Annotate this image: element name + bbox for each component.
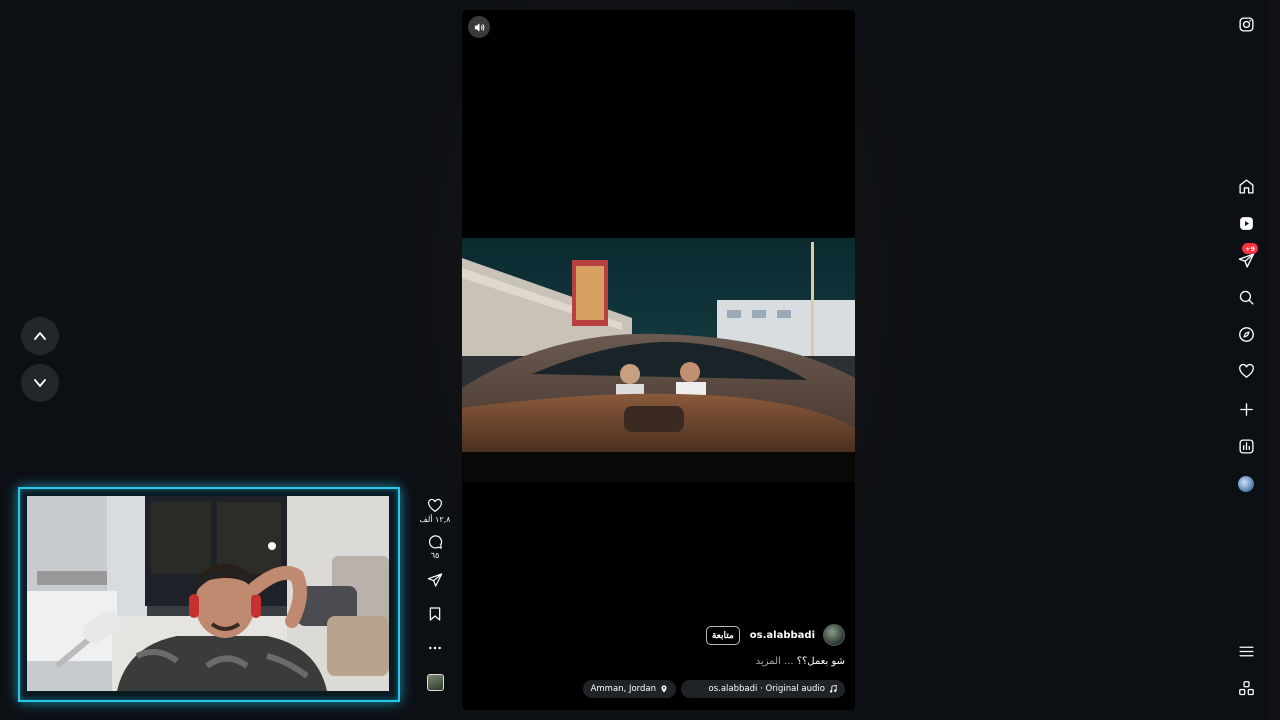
nav-profile[interactable] bbox=[1236, 474, 1256, 494]
page-scrollbar[interactable] bbox=[1268, 0, 1280, 720]
caption-text: شو بعمل؟؟ bbox=[796, 656, 845, 667]
home-icon bbox=[1238, 178, 1254, 194]
mute-button[interactable] bbox=[468, 16, 490, 38]
bookmark-icon bbox=[429, 607, 441, 621]
likes-count: ١٢,٨ ألف bbox=[419, 515, 451, 524]
location-pin-icon bbox=[661, 685, 667, 693]
create-icon bbox=[1239, 402, 1253, 416]
follow-button[interactable]: متابعة bbox=[705, 625, 740, 645]
chevron-down-icon bbox=[34, 379, 46, 387]
notifications-badge: +9 bbox=[1242, 243, 1258, 254]
video-frame bbox=[462, 238, 855, 482]
apps-icon bbox=[1238, 680, 1254, 695]
reel-info: os.alabbadi متابعة شو بعمل؟؟ ... المزيد … bbox=[462, 610, 855, 710]
caption-more-link[interactable]: ... المزيد bbox=[756, 656, 794, 667]
nav-create[interactable] bbox=[1236, 399, 1256, 419]
nav-search[interactable] bbox=[1236, 287, 1256, 307]
nav-more-menu[interactable] bbox=[1236, 641, 1256, 661]
reel-player[interactable]: os.alabbadi متابعة شو بعمل؟؟ ... المزيد … bbox=[462, 10, 855, 710]
avatar[interactable] bbox=[823, 624, 845, 646]
chevron-up-icon bbox=[34, 332, 46, 340]
comment-button[interactable]: ٦٥ bbox=[427, 534, 443, 560]
reels-icon bbox=[1239, 216, 1253, 230]
location-chip[interactable]: Amman, Jordan bbox=[582, 680, 676, 698]
search-icon bbox=[1239, 290, 1254, 305]
explore-icon bbox=[1238, 326, 1254, 342]
audio-thumbnail[interactable] bbox=[426, 674, 444, 691]
webcam-feed bbox=[27, 496, 391, 693]
heart-icon bbox=[1238, 363, 1254, 378]
right-sidebar: +9 bbox=[1224, 0, 1268, 720]
nav-dashboard[interactable] bbox=[1236, 436, 1256, 456]
profile-icon bbox=[1238, 476, 1254, 492]
webcam-overlay bbox=[18, 487, 400, 702]
audio-label: os.alabbadi · Original audio bbox=[708, 684, 826, 694]
reel-caption[interactable]: شو بعمل؟؟ ... المزيد bbox=[756, 656, 845, 667]
nav-direct[interactable]: +9 bbox=[1236, 243, 1258, 270]
more-options-button[interactable] bbox=[427, 640, 443, 656]
like-button[interactable]: ١٢,٨ ألف bbox=[419, 498, 451, 524]
nav-notifications[interactable] bbox=[1236, 361, 1256, 381]
comments-count: ٦٥ bbox=[430, 551, 440, 560]
menu-icon bbox=[1238, 646, 1254, 656]
location-label: Amman, Jordan bbox=[590, 684, 656, 694]
direct-icon bbox=[1238, 252, 1254, 268]
share-icon bbox=[427, 573, 443, 587]
instagram-icon bbox=[1238, 16, 1254, 32]
reel-chips: os.alabbadi · Original audio Amman, Jord… bbox=[582, 680, 845, 698]
music-note-icon bbox=[829, 685, 837, 693]
save-button[interactable] bbox=[427, 606, 443, 622]
webcam-scene bbox=[27, 496, 389, 691]
reel-user-row: os.alabbadi متابعة bbox=[705, 624, 845, 646]
nav-apps[interactable] bbox=[1236, 678, 1256, 698]
nav-explore[interactable] bbox=[1236, 324, 1256, 344]
comment-icon bbox=[428, 535, 443, 549]
audio-chip[interactable]: os.alabbadi · Original audio bbox=[681, 680, 845, 698]
previous-reel-button[interactable] bbox=[21, 317, 59, 355]
nav-home[interactable] bbox=[1236, 176, 1256, 196]
instagram-logo-button[interactable] bbox=[1236, 14, 1256, 34]
reel-username[interactable]: os.alabbadi bbox=[750, 630, 815, 641]
next-reel-button[interactable] bbox=[21, 364, 59, 402]
share-button[interactable] bbox=[427, 572, 443, 588]
heart-icon bbox=[428, 498, 442, 513]
dashboard-icon bbox=[1238, 438, 1254, 454]
reel-actions: ١٢,٨ ألف ٦٥ bbox=[417, 498, 453, 691]
nav-reels[interactable] bbox=[1236, 213, 1256, 233]
audio-avatar bbox=[426, 674, 444, 691]
car-night-scene bbox=[462, 238, 855, 482]
more-icon bbox=[429, 646, 441, 650]
speaker-icon bbox=[474, 22, 484, 32]
